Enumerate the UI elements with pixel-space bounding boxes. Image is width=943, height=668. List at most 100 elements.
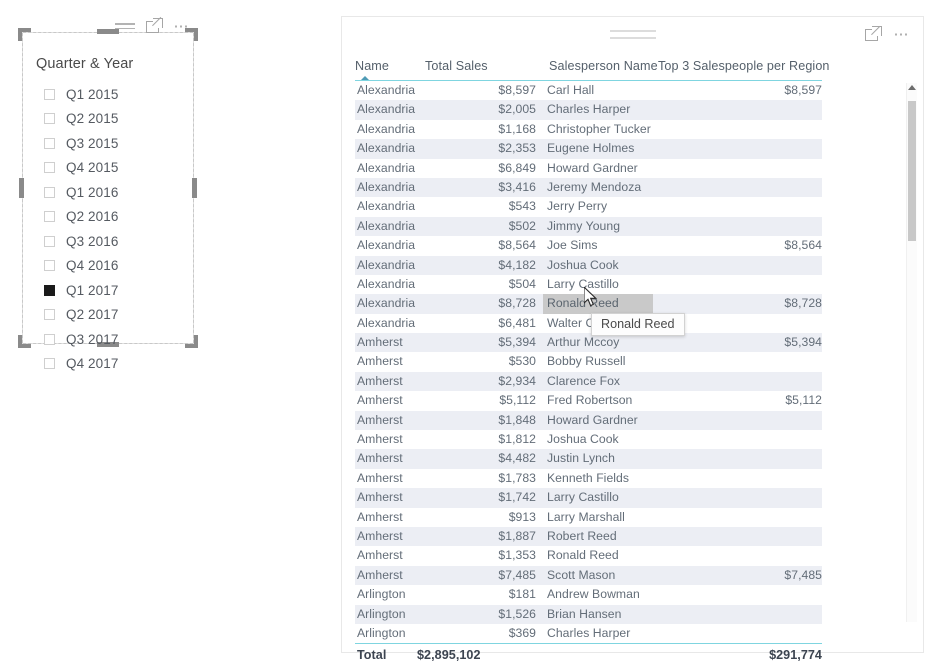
- cell-total-sales: $6,849: [498, 160, 536, 175]
- table-row[interactable]: Arlington $1,526 Brian Hansen: [355, 604, 822, 624]
- cell-total-sales: $2,934: [498, 373, 536, 388]
- cell-region-name: Amherst: [357, 432, 403, 447]
- checkbox-icon[interactable]: [44, 137, 55, 149]
- checkbox-icon[interactable]: [44, 260, 55, 272]
- table-row[interactable]: Amherst $1,742 Larry Castillo: [355, 488, 822, 508]
- slicer-item[interactable]: Q1 2015: [36, 82, 185, 107]
- table-row[interactable]: Arlington $369 Charles Harper: [355, 624, 822, 643]
- table-row[interactable]: Alexandria $8,597 Carl Hall $8,597: [355, 81, 822, 100]
- checkbox-checked-icon[interactable]: [44, 284, 55, 296]
- table-row[interactable]: Amherst $530 Bobby Russell: [355, 352, 822, 371]
- checkbox-icon[interactable]: [44, 186, 55, 198]
- slicer-item-label: Q4 2015: [66, 160, 119, 176]
- table-row[interactable]: Amherst $5,112 Fred Robertson $5,112: [355, 391, 822, 410]
- table-row[interactable]: Alexandria $1,168 Christopher Tucker: [355, 120, 822, 139]
- slicer-item[interactable]: Q4 2015: [36, 156, 185, 181]
- column-header-top3[interactable]: Top 3 Salespeople per Region: [658, 59, 830, 73]
- table-row[interactable]: Alexandria $6,849 Howard Gardner: [355, 159, 822, 178]
- total-top3-value: $291,774: [769, 648, 822, 663]
- cell-total-sales: $502: [508, 218, 536, 233]
- column-header-name[interactable]: Name: [355, 59, 389, 73]
- slicer-item[interactable]: Q1 2017: [36, 278, 185, 303]
- cell-salesperson-name: Kenneth Fields: [547, 470, 630, 485]
- table-row[interactable]: Amherst $1,848 Howard Gardner: [355, 410, 822, 431]
- table-row[interactable]: Amherst $4,482 Justin Lynch: [355, 449, 822, 469]
- more-options-icon[interactable]: ⋯: [893, 27, 911, 42]
- slicer-item[interactable]: Q3 2016: [36, 229, 185, 254]
- cell-total-sales: $1,168: [498, 121, 536, 136]
- checkbox-icon[interactable]: [44, 113, 55, 125]
- cell-region-name: Arlington: [357, 587, 406, 602]
- focus-mode-icon[interactable]: [865, 26, 882, 42]
- checkbox-icon[interactable]: [44, 162, 55, 174]
- table-row[interactable]: Alexandria $504 Larry Castillo: [355, 275, 822, 294]
- checkbox-icon[interactable]: [44, 358, 55, 370]
- checkbox-icon[interactable]: [44, 88, 55, 100]
- slicer-item[interactable]: Q1 2016: [36, 180, 185, 205]
- cell-salesperson-name: Justin Lynch: [547, 451, 615, 466]
- cell-salesperson-name: Joe Sims: [547, 238, 598, 253]
- cell-region-name: Alexandria: [357, 160, 416, 175]
- cell-region-name: Amherst: [357, 393, 403, 408]
- quarter-year-slicer[interactable]: ⋯ Quarter & Year Q1 2015 Q2 2015 Q3 2015 Q4…: [18, 17, 198, 371]
- cell-region-name: Amherst: [357, 509, 403, 524]
- more-options-icon[interactable]: ⋯: [173, 19, 191, 34]
- slicer-item[interactable]: Q4 2016: [36, 254, 185, 279]
- checkbox-icon[interactable]: [44, 235, 55, 247]
- filter-icon[interactable]: [115, 19, 135, 33]
- cell-total-sales: $530: [508, 354, 536, 369]
- table-row[interactable]: Amherst $913 Larry Marshall: [355, 508, 822, 527]
- total-label: Total: [357, 648, 387, 663]
- cell-salesperson-name: Charles Harper: [547, 625, 631, 640]
- cell-top3-value: $8,564: [784, 238, 822, 253]
- table-row[interactable]: Alexandria $8,564 Joe Sims $8,564: [355, 236, 822, 255]
- cell-total-sales: $5,394: [498, 335, 536, 350]
- scroll-up-arrow-icon[interactable]: [908, 85, 916, 90]
- table-row[interactable]: Alexandria $502 Jimmy Young: [355, 216, 822, 237]
- slicer-item[interactable]: Q2 2017: [36, 303, 185, 328]
- table-row[interactable]: Alexandria $2,005 Charles Harper: [355, 100, 822, 120]
- slicer-item[interactable]: Q2 2015: [36, 107, 185, 132]
- cell-salesperson-name: Jeremy Mendoza: [547, 179, 642, 194]
- column-header-salesperson-name[interactable]: Salesperson Name: [549, 59, 658, 73]
- table-row[interactable]: Amherst $1,783 Kenneth Fields: [355, 469, 822, 488]
- scrollbar-thumb[interactable]: [908, 101, 916, 241]
- table-row[interactable]: Alexandria $3,416 Jeremy Mendoza: [355, 177, 822, 198]
- table-row[interactable]: Amherst $7,485 Scott Mason $7,485: [355, 565, 822, 586]
- checkbox-icon[interactable]: [44, 333, 55, 345]
- slicer-item[interactable]: Q2 2016: [36, 205, 185, 230]
- resize-handle-bottom-right[interactable]: [185, 335, 198, 348]
- slicer-item[interactable]: Q4 2017: [36, 352, 185, 377]
- table-row[interactable]: Amherst $1,353 Ronald Reed: [355, 546, 822, 565]
- table-row[interactable]: Amherst $2,934 Clarence Fox: [355, 371, 822, 392]
- table-row[interactable]: Amherst $1,812 Joshua Cook: [355, 430, 822, 449]
- checkbox-icon[interactable]: [44, 211, 55, 223]
- table-row[interactable]: Alexandria $8,728 Ronald Reed $8,728: [355, 294, 822, 314]
- table-row[interactable]: Alexandria $2,353 Eugene Holmes: [355, 139, 822, 159]
- table-row[interactable]: Arlington $181 Andrew Bowman: [355, 585, 822, 604]
- cell-salesperson-name: Carl Hall: [547, 83, 595, 97]
- table-row[interactable]: Amherst $5,394 Arthur Mccoy $5,394: [355, 333, 822, 353]
- resize-handle-left[interactable]: [19, 178, 24, 198]
- focus-mode-icon[interactable]: [146, 17, 163, 34]
- resize-handle-right[interactable]: [192, 178, 197, 198]
- cell-total-sales: $1,742: [498, 490, 536, 505]
- cell-region-name: Amherst: [357, 528, 403, 543]
- table-vertical-scrollbar[interactable]: [906, 83, 917, 622]
- table-row[interactable]: Alexandria $4,182 Joshua Cook: [355, 255, 822, 275]
- checkbox-icon[interactable]: [44, 309, 55, 321]
- cell-total-sales: $6,481: [498, 315, 536, 330]
- column-header-total-sales[interactable]: Total Sales: [425, 59, 488, 73]
- slicer-item-label: Q1 2015: [66, 86, 119, 102]
- table-row[interactable]: Alexandria $6,481 Walter Co: [355, 314, 822, 333]
- cell-region-name: Alexandria: [357, 238, 416, 253]
- resize-handle-top-left[interactable]: [18, 28, 31, 41]
- slicer-item[interactable]: Q3 2017: [36, 327, 185, 352]
- resize-handle-bottom-left[interactable]: [18, 335, 31, 348]
- cell-total-sales: $2,005: [498, 102, 536, 117]
- cell-salesperson-name: Joshua Cook: [547, 432, 619, 447]
- drag-handle-icon[interactable]: [609, 30, 656, 39]
- slicer-item[interactable]: Q3 2015: [36, 131, 185, 156]
- table-row[interactable]: Alexandria $543 Jerry Perry: [355, 197, 822, 216]
- table-row[interactable]: Amherst $1,887 Robert Reed: [355, 526, 822, 547]
